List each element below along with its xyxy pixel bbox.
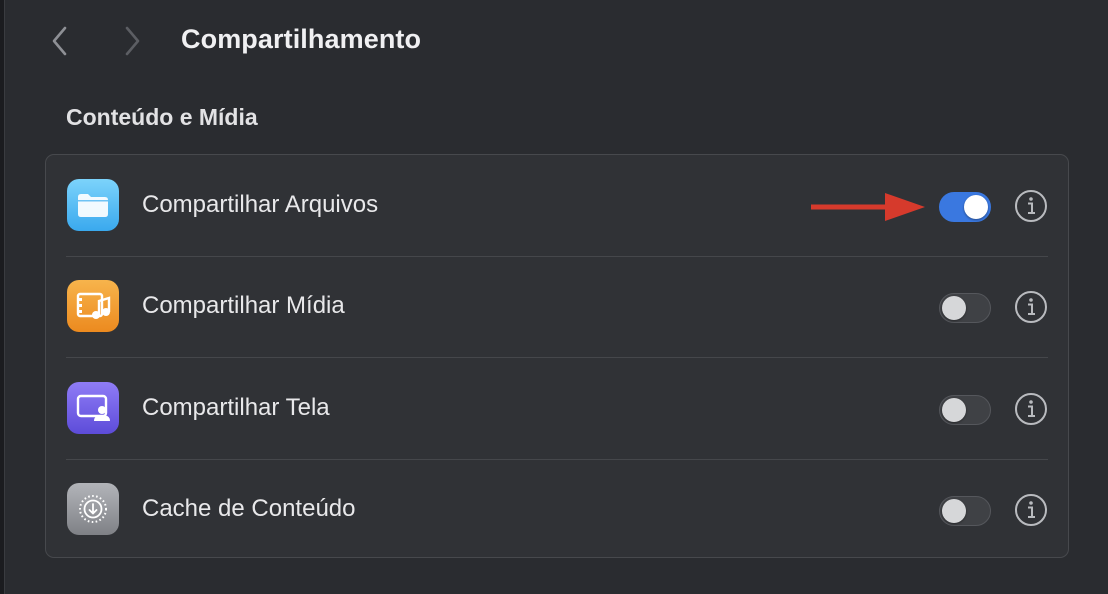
toggle-share-files[interactable] xyxy=(939,192,991,222)
section-title: Conteúdo e Mídia xyxy=(66,104,258,130)
window-edge-line xyxy=(4,0,5,594)
row-label: Compartilhar Mídia xyxy=(142,292,345,319)
list-item: Cache de Conteúdo xyxy=(46,459,1068,561)
info-icon[interactable] xyxy=(1014,493,1048,527)
forward-button[interactable] xyxy=(116,22,148,60)
info-icon[interactable] xyxy=(1014,189,1048,223)
row-label: Cache de Conteúdo xyxy=(142,495,356,522)
toggle-knob xyxy=(942,296,966,320)
film-music-icon xyxy=(67,280,119,332)
row-label: Compartilhar Tela xyxy=(142,394,330,421)
toggle-share-media[interactable] xyxy=(939,293,991,323)
toggle-knob xyxy=(942,499,966,523)
folder-icon xyxy=(67,179,119,231)
row-label: Compartilhar Arquivos xyxy=(142,191,379,218)
chevron-left-icon xyxy=(52,26,67,56)
download-circle-icon xyxy=(67,483,119,535)
toggle-share-screen[interactable] xyxy=(939,395,991,425)
list-item: Compartilhar Tela xyxy=(46,358,1068,460)
info-icon[interactable] xyxy=(1014,392,1048,426)
annotation-arrow xyxy=(811,193,925,221)
page-title: Compartilhamento xyxy=(181,24,422,54)
chevron-right-icon xyxy=(125,26,140,56)
info-icon[interactable] xyxy=(1014,290,1048,324)
list-item: Compartilhar Mídia xyxy=(46,256,1068,358)
settings-card: Compartilhar Arquivos Compartilhar Mídia… xyxy=(45,154,1069,558)
toggle-content-cache[interactable] xyxy=(939,496,991,526)
toggle-knob xyxy=(942,398,966,422)
back-button[interactable] xyxy=(44,22,76,60)
list-item: Compartilhar Arquivos xyxy=(46,155,1068,257)
toggle-knob xyxy=(964,195,988,219)
screen-share-icon xyxy=(67,382,119,434)
